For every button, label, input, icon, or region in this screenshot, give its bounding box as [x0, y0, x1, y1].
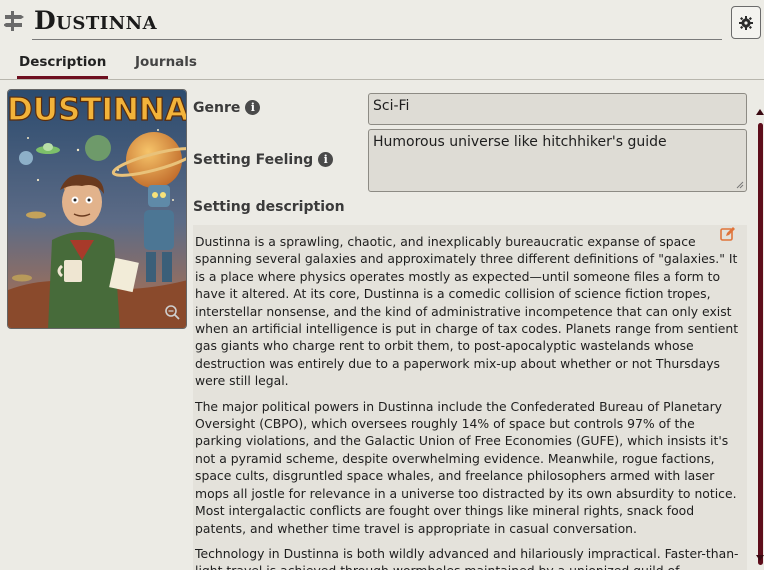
- description-paragraph: Dustinna is a sprawling, chaotic, and in…: [195, 234, 739, 389]
- scrollbar[interactable]: [756, 95, 764, 570]
- genre-input[interactable]: Sci-Fi: [368, 93, 747, 125]
- scroll-up-icon[interactable]: [756, 109, 764, 115]
- tab-bar: Description Journals: [0, 44, 764, 80]
- info-icon[interactable]: i: [245, 100, 261, 115]
- scroll-thumb[interactable]: [758, 123, 763, 565]
- info-icon[interactable]: i: [318, 152, 334, 167]
- cover-image[interactable]: DUSTINNA: [7, 89, 187, 329]
- sheet-header: Dustinna: [0, 0, 764, 44]
- setting-feeling-value: Humorous universe like hitchhiker's guid…: [373, 134, 667, 150]
- genre-label: Genre i: [193, 100, 261, 116]
- description-paragraph: The major political powers in Dustinna i…: [195, 398, 737, 536]
- cover-title-text: DUSTINNA: [8, 92, 187, 128]
- title-field[interactable]: Dustinna: [32, 4, 722, 40]
- gear-icon: [739, 15, 753, 30]
- setting-feeling-textarea[interactable]: Humorous universe like hitchhiker's guid…: [368, 129, 747, 192]
- setting-description-label: Setting description: [193, 199, 345, 215]
- drag-handle-icon[interactable]: [3, 10, 24, 32]
- page-title: Dustinna: [34, 6, 158, 35]
- setting-feeling-label-text: Setting Feeling: [193, 152, 314, 168]
- tab-description[interactable]: Description: [16, 54, 109, 79]
- settings-button[interactable]: [731, 6, 761, 39]
- setting-description-box[interactable]: Dustinna is a sprawling, chaotic, and in…: [193, 225, 747, 570]
- description-paragraph: Technology in Dustinna is both wildly ad…: [195, 545, 739, 570]
- setting-description-text: Dustinna is a sprawling, chaotic, and in…: [193, 225, 747, 570]
- genre-label-text: Genre: [193, 100, 241, 116]
- edit-icon[interactable]: [720, 226, 736, 242]
- tab-journals[interactable]: Journals: [135, 54, 197, 70]
- resize-handle-icon[interactable]: [736, 181, 744, 189]
- setting-feeling-label: Setting Feeling i: [193, 152, 334, 168]
- scroll-down-icon[interactable]: [756, 555, 764, 561]
